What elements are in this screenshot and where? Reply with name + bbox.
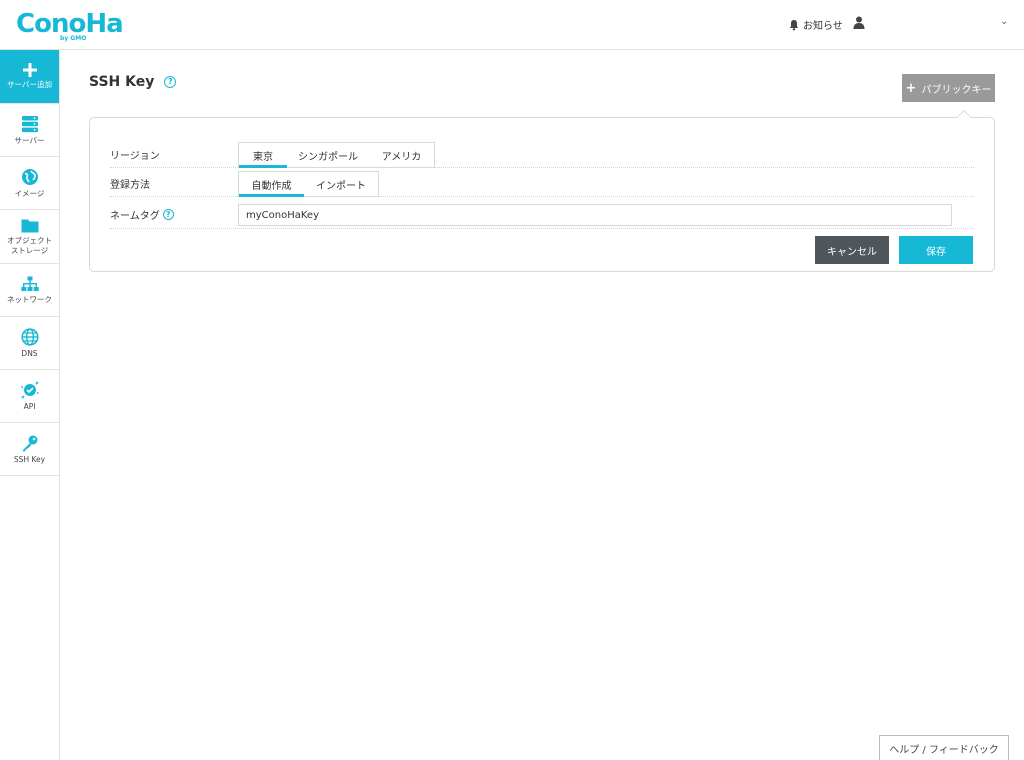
api-icon <box>20 380 39 399</box>
user-icon[interactable] <box>853 16 865 29</box>
conoha-logo[interactable]: ConoHa by GMO <box>16 9 124 43</box>
name-tag-input[interactable]: myConoHaKey <box>238 204 952 226</box>
tab-region-tokyo[interactable]: 東京 <box>239 143 287 168</box>
server-icon <box>21 115 38 132</box>
registration-method-tabs: 自動作成 インポート <box>238 171 379 197</box>
tab-method-auto-create[interactable]: 自動作成 <box>239 172 304 197</box>
sidebar-item-add-server[interactable]: サーバー追加 <box>0 50 59 104</box>
help-feedback-button[interactable]: ヘルプ / フィードバック <box>879 735 1009 760</box>
name-tag-row: ネームタグ ? myConoHaKey <box>110 199 974 229</box>
ssh-key-form-panel: リージョン 東京 シンガポール アメリカ 登録方法 自動作成 インポート ネーム… <box>89 117 995 272</box>
network-icon <box>20 276 39 291</box>
registration-method-label: 登録方法 <box>110 180 150 191</box>
label-line-1: オブジェクト <box>7 235 52 245</box>
sidebar-item-label: オブジェクト ストレージ <box>7 236 52 256</box>
sidebar-item-label: ネットワーク <box>7 294 52 304</box>
chevron-down-icon[interactable]: ⌄ <box>1000 16 1008 27</box>
plus-icon <box>22 63 37 77</box>
sidebar-item-label: イメージ <box>14 188 45 198</box>
sidebar-item-network[interactable]: ネットワーク <box>0 264 59 317</box>
region-label: リージョン <box>110 151 160 162</box>
help-icon[interactable]: ? <box>162 209 174 220</box>
tab-region-america[interactable]: アメリカ <box>369 143 434 167</box>
image-icon <box>21 168 38 185</box>
save-button[interactable]: 保存 <box>899 236 973 264</box>
name-tag-label: ネームタグ ? <box>110 207 174 222</box>
sidebar: サーバー追加 サーバー イメージ オブジェクト ストレージ ネットワーク DNS… <box>0 50 60 760</box>
sidebar-item-label: サーバー <box>14 135 45 145</box>
sidebar-item-label: API <box>23 401 36 411</box>
sidebar-item-label: DNS <box>21 348 38 358</box>
name-tag-label-text: ネームタグ <box>110 211 160 222</box>
sidebar-item-ssh-key[interactable]: SSH Key <box>0 423 59 476</box>
registration-method-row: 登録方法 自動作成 インポート <box>110 168 974 197</box>
sidebar-item-api[interactable]: API <box>0 370 59 423</box>
label-line-2: ストレージ <box>10 245 49 255</box>
sidebar-item-label: サーバー追加 <box>7 80 52 89</box>
bell-icon <box>789 19 799 30</box>
key-icon <box>22 435 37 451</box>
region-row: リージョン 東京 シンガポール アメリカ <box>110 139 974 168</box>
plus-icon: + <box>905 80 917 96</box>
sidebar-item-object-storage[interactable]: オブジェクト ストレージ <box>0 210 59 264</box>
cancel-button[interactable]: キャンセル <box>815 236 889 264</box>
sidebar-item-server[interactable]: サーバー <box>0 104 59 157</box>
sidebar-item-label: SSH Key <box>13 454 46 464</box>
folder-icon <box>21 219 38 232</box>
public-key-button[interactable]: + パブリックキー <box>902 74 995 102</box>
notice-label: お知らせ <box>803 21 843 32</box>
help-icon[interactable]: ? <box>164 76 177 88</box>
region-tabs: 東京 シンガポール アメリカ <box>238 142 435 168</box>
logo-sub-text: by GMO <box>60 35 87 42</box>
public-key-button-label: パブリックキー <box>921 84 992 96</box>
page-title-text: SSH Key <box>89 74 155 90</box>
sidebar-item-dns[interactable]: DNS <box>0 317 59 370</box>
top-header: ConoHa by GMO お知らせ ⌄ <box>0 0 1024 50</box>
page-title: SSH Key ? <box>89 74 177 90</box>
sidebar-item-image[interactable]: イメージ <box>0 157 59 210</box>
globe-icon <box>20 327 39 346</box>
notice-link[interactable]: お知らせ <box>788 17 843 32</box>
tab-method-import[interactable]: インポート <box>304 172 378 196</box>
tab-region-singapore[interactable]: シンガポール <box>287 143 369 167</box>
